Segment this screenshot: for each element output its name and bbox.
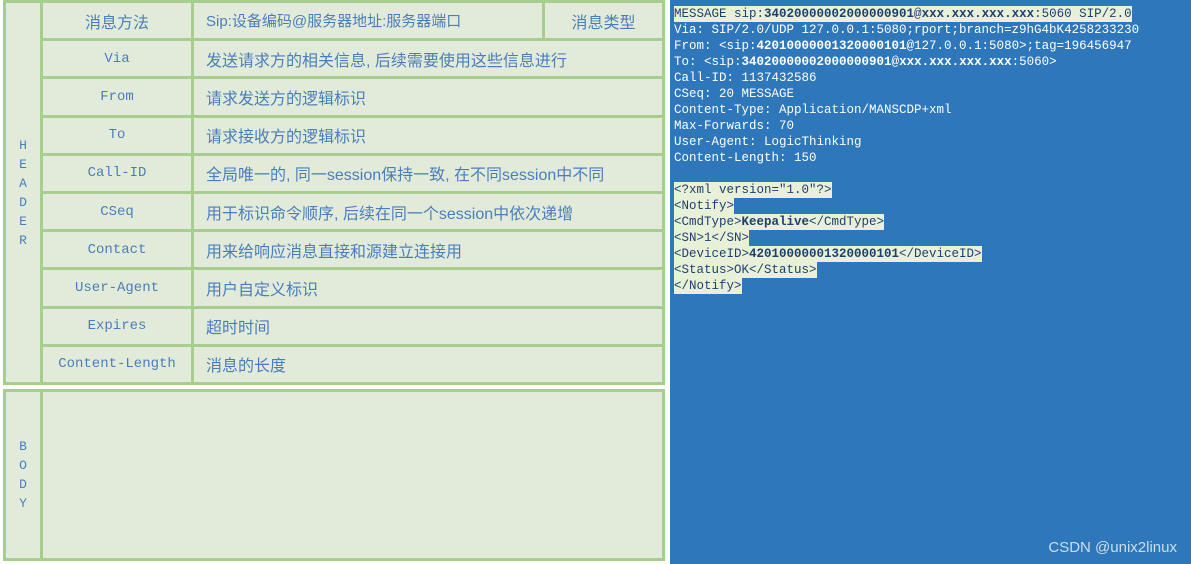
message-line: Via: SIP/2.0/UDP 127.0.0.1:5080;rport;br… — [674, 23, 1140, 37]
message-line: MESSAGE sip:34020000002000000901@xxx.xxx… — [674, 6, 1132, 22]
header-section: H E A D E R 消息方法 Sip:设备编码@服务器地址:服务器端口 消息… — [3, 0, 665, 385]
row-message-type: 消息类型 — [545, 3, 662, 39]
header-label-letter: H — [19, 137, 27, 153]
row-field-description: Sip:设备编码@服务器地址:服务器端口 — [194, 3, 542, 39]
table-row: Via 发送请求方的相关信息, 后续需要使用这些信息进行 — [43, 41, 662, 77]
message-line: Call-ID: 1137432586 — [674, 71, 817, 85]
row-field-description: 用来给响应消息直接和源建立连接用 — [194, 232, 662, 268]
table-row: CSeq 用于标识命令顺序, 后续在同一个session中依次递增 — [43, 194, 662, 230]
sip-message-panel: MESSAGE sip:34020000002000000901@xxx.xxx… — [670, 0, 1191, 564]
table-row: Expires 超时时间 — [43, 308, 662, 344]
message-line: </Notify> — [674, 278, 742, 294]
message-line: <SN>1</SN> — [674, 230, 750, 246]
row-field-description: 超时时间 — [194, 308, 662, 344]
message-line: To: <sip:34020000002000000901@xxx.xxx.xx… — [674, 55, 1057, 69]
table-row: From 请求发送方的逻辑标识 — [43, 79, 662, 115]
table-row: 消息方法 Sip:设备编码@服务器地址:服务器端口 消息类型 — [43, 3, 662, 39]
row-field-name: CSeq — [43, 194, 191, 230]
row-field-name: 消息方法 — [43, 3, 191, 39]
header-label-letter: R — [19, 232, 27, 248]
row-field-name: To — [43, 117, 191, 153]
csdn-watermark: CSDN @unix2linux — [1048, 539, 1177, 556]
row-field-name: Contact — [43, 232, 191, 268]
header-label-letter: A — [19, 175, 27, 191]
header-label-letter: D — [19, 194, 27, 210]
body-label-letter: O — [19, 458, 27, 473]
message-line: <Status>OK</Status> — [674, 262, 817, 278]
row-field-description: 用于标识命令顺序, 后续在同一个session中依次递增 — [194, 194, 662, 230]
row-field-description: 消息的长度 — [194, 346, 662, 383]
row-field-name: User-Agent — [43, 270, 191, 306]
sip-message-text: MESSAGE sip:34020000002000000901@xxx.xxx… — [674, 6, 1191, 294]
header-section-label: H E A D E R — [6, 3, 40, 382]
message-line: User-Agent: LogicThinking — [674, 135, 862, 149]
body-section: B O D Y — [3, 389, 665, 561]
body-content-area — [43, 392, 662, 558]
row-field-name: From — [43, 79, 191, 115]
message-line: <Notify> — [674, 198, 735, 214]
row-field-name: Via — [43, 41, 191, 77]
header-rows: 消息方法 Sip:设备编码@服务器地址:服务器端口 消息类型 Via 发送请求方… — [43, 3, 662, 383]
message-line: Content-Type: Application/MANSCDP+xml — [674, 103, 952, 117]
table-row: Contact 用来给响应消息直接和源建立连接用 — [43, 232, 662, 268]
row-field-name: Call-ID — [43, 155, 191, 192]
message-line: <?xml version="1.0"?> — [674, 182, 832, 198]
message-line: <CmdType>Keepalive</CmdType> — [674, 214, 885, 230]
header-label-letter: E — [19, 156, 27, 172]
message-line: CSeq: 20 MESSAGE — [674, 87, 795, 101]
body-label-letter: D — [19, 477, 27, 492]
message-line: Content-Length: 150 — [674, 151, 817, 165]
body-label-letter: Y — [19, 496, 27, 511]
row-field-description: 发送请求方的相关信息, 后续需要使用这些信息进行 — [194, 41, 662, 77]
table-row: User-Agent 用户自定义标识 — [43, 270, 662, 306]
message-line: <DeviceID>42010000001320000101</DeviceID… — [674, 246, 982, 262]
message-line: Max-Forwards: 70 — [674, 119, 795, 133]
header-label-letter: E — [19, 213, 27, 229]
table-row: Call-ID 全局唯一的, 同一session保持一致, 在不同session… — [43, 155, 662, 192]
body-label-letter: B — [19, 439, 27, 454]
row-field-description: 请求发送方的逻辑标识 — [194, 79, 662, 115]
message-line: From: <sip:42010000001320000101@127.0.0.… — [674, 39, 1132, 53]
table-row: Content-Length 消息的长度 — [43, 346, 662, 383]
row-field-description: 全局唯一的, 同一session保持一致, 在不同session中不同 — [194, 155, 662, 192]
row-field-name: Content-Length — [43, 346, 191, 383]
row-field-description: 用户自定义标识 — [194, 270, 662, 306]
body-section-label: B O D Y — [6, 392, 40, 558]
sip-structure-table: H E A D E R 消息方法 Sip:设备编码@服务器地址:服务器端口 消息… — [0, 0, 668, 564]
row-field-description: 请求接收方的逻辑标识 — [194, 117, 662, 153]
table-row: To 请求接收方的逻辑标识 — [43, 117, 662, 153]
row-field-name: Expires — [43, 308, 191, 344]
